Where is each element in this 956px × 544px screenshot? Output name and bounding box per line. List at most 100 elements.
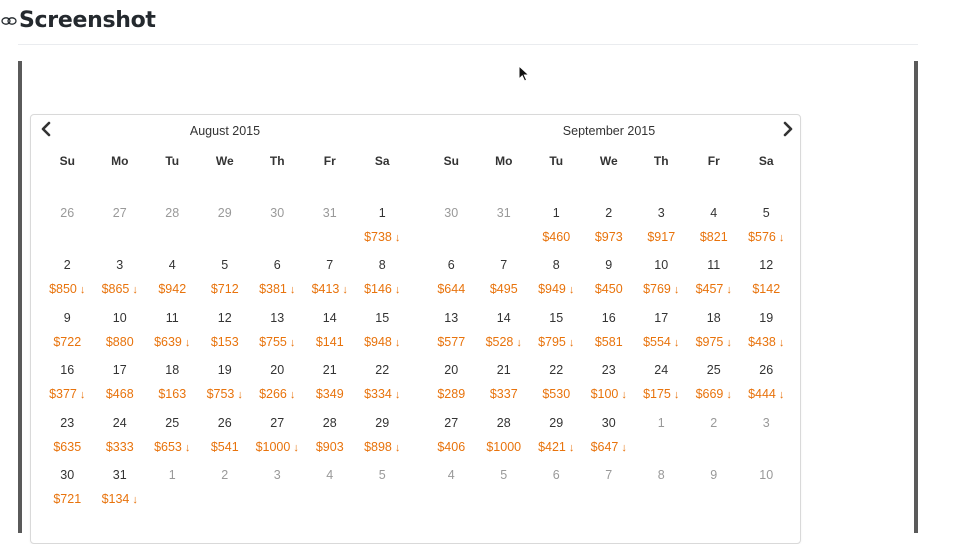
calendar-day[interactable]: 19 $438 ↓ <box>740 311 793 363</box>
calendar-day[interactable]: 18 $975 ↓ <box>688 311 741 363</box>
calendar-day[interactable]: 2 $973 <box>583 206 636 258</box>
calendar-day[interactable]: 3 $865 ↓ <box>94 258 147 310</box>
day-price: $644 <box>425 282 478 296</box>
calendar-day[interactable]: 5 $712 <box>199 258 252 310</box>
calendar-day[interactable]: 26 $541 <box>199 416 252 468</box>
day-number: 5 <box>378 468 386 482</box>
calendar-day[interactable]: 25 $669 ↓ <box>688 363 741 415</box>
calendar-day[interactable]: 22 $334 ↓ <box>356 363 409 415</box>
calendar-day[interactable]: 9 $450 <box>583 258 636 310</box>
calendar-day[interactable]: 6 $644 <box>425 258 478 310</box>
day-price: $495 <box>478 282 531 296</box>
day-number: 12 <box>217 310 232 325</box>
arrow-down-icon: ↓ <box>513 336 522 349</box>
calendar-day[interactable]: 23 $635 <box>41 416 94 468</box>
calendar-day[interactable]: 30 $647 ↓ <box>583 416 636 468</box>
calendar-day[interactable]: 27 $1000 ↓ <box>251 416 304 468</box>
price-value: $541 <box>210 439 239 454</box>
day-number: 9 <box>710 468 718 482</box>
calendar-day[interactable]: 14 $141 <box>304 311 357 363</box>
calendar-day[interactable]: 24 $175 ↓ <box>635 363 688 415</box>
day-number: 20 <box>444 363 459 378</box>
calendar-day[interactable]: 27 $406 <box>425 416 478 468</box>
calendar-day[interactable]: 1 $738 ↓ <box>356 206 409 258</box>
calendar-day[interactable]: 19 $753 ↓ <box>199 363 252 415</box>
calendar-day[interactable]: 12 $153 <box>199 311 252 363</box>
calendar-day[interactable]: 28 $1000 <box>478 416 531 468</box>
day-price: $100 ↓ <box>583 387 636 402</box>
price-value: $438 <box>748 334 776 349</box>
calendar-day[interactable]: 3 $917 <box>635 206 688 258</box>
arrow-down-icon: ↓ <box>775 389 785 402</box>
arrow-down-icon: ↓ <box>76 389 86 402</box>
calendar-day[interactable]: 8 $949 ↓ <box>530 258 583 310</box>
price-value: $406 <box>437 439 466 454</box>
day-price: $554 ↓ <box>635 335 688 350</box>
day-number: 19 <box>217 363 232 378</box>
calendar-day[interactable]: 2 $850 ↓ <box>41 258 94 310</box>
day-number: 18 <box>706 310 721 325</box>
day-number: 23 <box>60 415 75 430</box>
calendar-day[interactable]: 29 $421 ↓ <box>530 416 583 468</box>
calendar-day-off-month: 2 <box>688 416 741 468</box>
price-value: $753 <box>206 387 235 402</box>
calendar-day[interactable]: 9 $722 <box>41 311 94 363</box>
day-number: 15 <box>549 310 564 325</box>
arrow-down-icon: ↓ <box>391 232 401 244</box>
calendar-day[interactable]: 24 $333 <box>94 416 147 468</box>
calendar-day[interactable]: 12 $142 <box>740 258 793 310</box>
calendar-day[interactable]: 1 $460 <box>530 206 583 258</box>
calendar-day[interactable]: 31 $134 ↓ <box>94 468 147 520</box>
calendar-day[interactable]: 18 $163 <box>146 363 199 415</box>
calendar-day[interactable]: 26 $444 ↓ <box>740 363 793 415</box>
calendar-day[interactable]: 7 $495 <box>478 258 531 310</box>
arrow-down-icon: ↓ <box>618 441 627 454</box>
weekday-label: Fr <box>323 154 336 168</box>
day-number: 19 <box>759 310 774 325</box>
calendar-day[interactable]: 6 $381 ↓ <box>251 258 304 310</box>
day-number: 22 <box>549 363 564 378</box>
calendar-day[interactable]: 23 $100 ↓ <box>583 363 636 415</box>
calendar-day[interactable]: 5 $576 ↓ <box>740 206 793 258</box>
calendar-day[interactable]: 10 $880 <box>94 311 147 363</box>
price-value: $141 <box>315 334 344 349</box>
calendar-day[interactable]: 15 $795 ↓ <box>530 311 583 363</box>
link-icon[interactable] <box>1 14 17 28</box>
date-range-picker: August 2015 Su Mo Tu We Th Fr Sa 26 27 28 29 30 31 1… <box>30 114 801 544</box>
day-number: 24 <box>654 363 669 378</box>
calendar-day[interactable]: 21 $349 <box>304 363 357 415</box>
day-price: $457 ↓ <box>688 282 741 297</box>
day-price: $444 ↓ <box>740 387 793 402</box>
calendar-day[interactable]: 20 $289 <box>425 363 478 415</box>
calendar-day[interactable]: 13 $577 <box>425 311 478 363</box>
calendar-day[interactable]: 11 $639 ↓ <box>146 311 199 363</box>
price-value: $1000 <box>255 439 291 454</box>
calendar-day[interactable]: 16 $581 <box>583 311 636 363</box>
calendar-day[interactable]: 4 $942 <box>146 258 199 310</box>
calendar-day[interactable]: 20 $266 ↓ <box>251 363 304 415</box>
price-value: $334 <box>364 387 392 402</box>
calendar-day[interactable]: 11 $457 ↓ <box>688 258 741 310</box>
calendar-day-off-month: 3 <box>740 416 793 468</box>
price-value: $712 <box>210 282 239 297</box>
calendar-day[interactable]: 16 $377 ↓ <box>41 363 94 415</box>
calendar-day[interactable]: 17 $554 ↓ <box>635 311 688 363</box>
calendar-day[interactable]: 30 $721 <box>41 468 94 520</box>
calendar-day[interactable]: 8 $146 ↓ <box>356 258 409 310</box>
calendar-day[interactable]: 14 $528 ↓ <box>478 311 531 363</box>
calendar-day[interactable]: 13 $755 ↓ <box>251 311 304 363</box>
calendar-day[interactable]: 7 $413 ↓ <box>304 258 357 310</box>
calendar-day[interactable]: 4 $821 <box>688 206 741 258</box>
calendar-day[interactable]: 15 $948 ↓ <box>356 311 409 363</box>
day-number: 6 <box>447 258 455 273</box>
calendar-day[interactable]: 17 $468 <box>94 363 147 415</box>
calendar-day[interactable]: 10 $769 ↓ <box>635 258 688 310</box>
calendar-day[interactable]: 29 $898 ↓ <box>356 416 409 468</box>
calendar-day-off-month: 3 <box>251 468 304 520</box>
calendar-day[interactable]: 21 $337 <box>478 363 531 415</box>
calendar-day[interactable]: 22 $530 <box>530 363 583 415</box>
day-number: 11 <box>165 310 179 325</box>
calendar-day[interactable]: 28 $903 <box>304 416 357 468</box>
weekday-label: Th <box>269 154 285 168</box>
calendar-day[interactable]: 25 $653 ↓ <box>146 416 199 468</box>
